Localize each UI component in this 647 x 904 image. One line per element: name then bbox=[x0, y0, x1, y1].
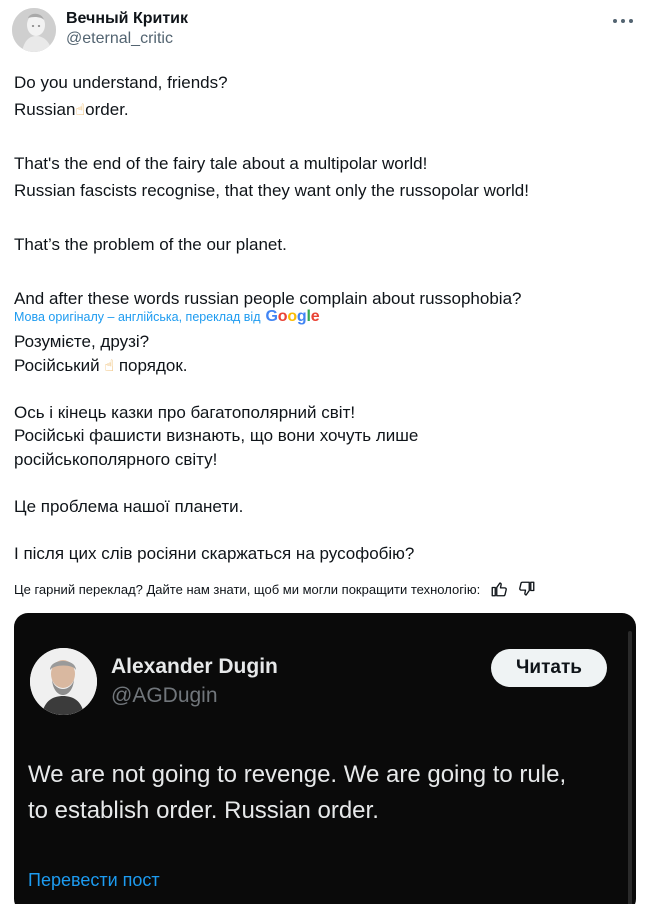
text-line bbox=[14, 258, 614, 285]
text-line: Розумієте, друзі? bbox=[14, 332, 150, 351]
feedback-text: Це гарний переклад? Дайте нам знати, щоб… bbox=[14, 581, 481, 597]
text-line: Російські фашисти визнають, що вони хочу… bbox=[14, 426, 419, 446]
google-logo: Google bbox=[265, 308, 320, 325]
thumbs-down-icon[interactable] bbox=[518, 580, 536, 598]
pointing-up-emoji-icon: ☝ bbox=[75, 100, 86, 119]
pointing-up-emoji-icon: ☝ bbox=[104, 355, 115, 375]
author-avatar[interactable] bbox=[12, 8, 56, 52]
translate-post-link[interactable]: Перевести пост bbox=[28, 870, 160, 891]
text-line: російськополярного світу! bbox=[14, 449, 218, 469]
text-line: Russian fascists recognise, that they wa… bbox=[14, 181, 529, 200]
translation-feedback: Це гарний переклад? Дайте нам знати, щоб… bbox=[14, 579, 626, 599]
more-options-icon[interactable] bbox=[613, 14, 633, 28]
text-line: We are not going to revenge. We are goin… bbox=[28, 761, 567, 788]
post-translated-text: Розумієте, друзі? Російський ☝ порядок. … bbox=[14, 330, 614, 566]
text-line bbox=[14, 204, 614, 231]
text-line: Russian☝order. bbox=[14, 100, 129, 119]
text-line bbox=[14, 377, 614, 401]
text-line bbox=[14, 472, 614, 496]
text-line: Російський ☝ порядок. bbox=[14, 355, 188, 375]
text-line bbox=[14, 123, 614, 150]
text-line: І після цих слів росіяни скаржаться на р… bbox=[14, 544, 415, 564]
author-display-name[interactable]: Вечный Критик bbox=[66, 10, 188, 28]
attribution-text: Мова оригіналу – англійська, переклад ві… bbox=[14, 310, 261, 324]
quoted-author-display-name[interactable]: Alexander Dugin bbox=[111, 655, 278, 679]
thumbs-up-icon[interactable] bbox=[490, 580, 508, 598]
quoted-author-avatar[interactable] bbox=[30, 648, 97, 715]
post-original-text: Do you understand, friends? Russian☝orde… bbox=[14, 69, 614, 312]
text-line: Ось і кінець казки про багатополярний св… bbox=[14, 402, 356, 422]
scrollbar[interactable] bbox=[628, 631, 632, 904]
text-line: Це проблема нашої планети. bbox=[14, 497, 244, 517]
translation-attribution: Мова оригіналу – англійська, переклад ві… bbox=[14, 308, 320, 326]
text-line: That's the end of the fairy tale about a… bbox=[14, 154, 428, 173]
quoted-post-card[interactable]: Alexander Dugin @AGDugin Читать We are n… bbox=[14, 613, 636, 904]
author-handle[interactable]: @eternal_critic bbox=[66, 30, 173, 48]
text-line: That’s the problem of the our planet. bbox=[14, 235, 287, 254]
text-line: to establish order. Russian order. bbox=[28, 797, 379, 824]
text-line bbox=[14, 519, 614, 543]
follow-button[interactable]: Читать bbox=[491, 649, 607, 687]
quoted-post-text: We are not going to revenge. We are goin… bbox=[28, 757, 628, 829]
post-header: Вечный Критик @eternal_critic bbox=[12, 8, 635, 56]
quoted-author-handle[interactable]: @AGDugin bbox=[111, 684, 218, 708]
text-line: Do you understand, friends? bbox=[14, 73, 228, 92]
